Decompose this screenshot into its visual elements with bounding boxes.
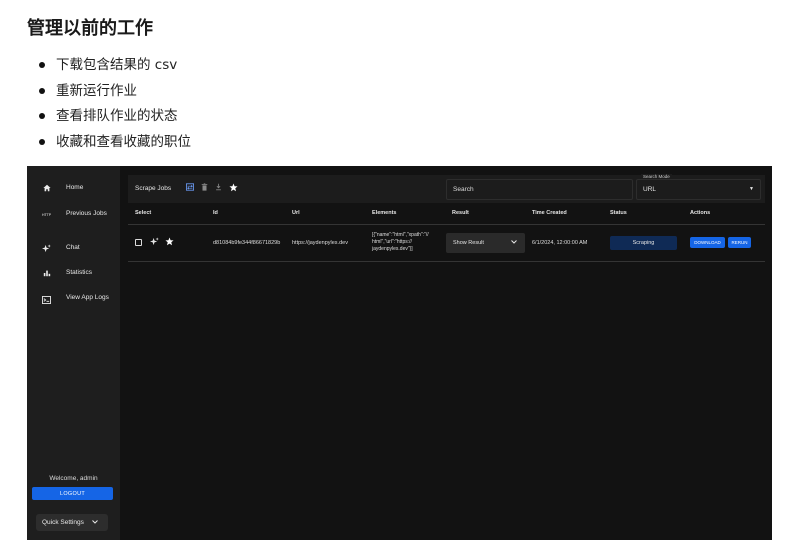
row-time-created: 6/1/2024, 12:00:00 AM <box>532 240 588 246</box>
sidebar-item-label: Home <box>66 184 84 191</box>
feature-list: 下载包含结果的 csv 重新运行作业 查看排队作业的状态 收藏和查看收藏的职位 <box>38 55 191 157</box>
search-mode-select[interactable]: Search Mode URL ▼ <box>636 174 761 200</box>
row-elements: [{"name":"html","xpath":"// html","url":… <box>372 232 442 253</box>
list-item: 下载包含结果的 csv <box>38 55 191 81</box>
trash-icon[interactable] <box>201 183 208 194</box>
bar-chart-icon <box>27 268 66 277</box>
list-item: 收藏和查看收藏的职位 <box>38 132 191 158</box>
header-divider <box>128 224 765 225</box>
compare-icon[interactable] <box>186 183 194 194</box>
row-checkbox[interactable] <box>135 239 142 246</box>
terminal-icon <box>27 293 66 304</box>
chevron-down-icon <box>92 519 98 526</box>
http-icon: HTTP <box>27 209 66 217</box>
column-header-time-created: Time Created <box>532 210 567 216</box>
column-header-url: Url <box>292 210 300 216</box>
sidebar-item-label: Previous Jobs <box>66 210 107 217</box>
row-divider <box>128 261 765 262</box>
quick-settings-button[interactable]: Quick Settings <box>36 514 108 531</box>
download-button[interactable]: DOWNLOAD <box>690 237 725 248</box>
row-id: d81084b9fe344f86671829b <box>213 240 281 246</box>
download-icon[interactable] <box>215 183 222 194</box>
sidebar-item-view-app-logs[interactable]: View App Logs <box>27 293 120 304</box>
welcome-text: Welcome, admin <box>49 475 98 482</box>
chevron-down-icon <box>511 233 517 253</box>
star-icon[interactable] <box>229 183 238 195</box>
column-header-select: Select <box>135 210 152 216</box>
doc-title: 管理以前的工作 <box>27 18 153 39</box>
search-mode-label: Search Mode <box>641 174 672 179</box>
column-header-result: Result <box>452 210 469 216</box>
search-mode-value: URL <box>643 186 657 193</box>
sparkle-icon <box>27 243 66 253</box>
toolbar: Scrape Jobs Search Search Mode URL ▼ <box>128 174 765 203</box>
sidebar-item-label: Chat <box>66 244 80 251</box>
column-header-status: Status <box>610 210 627 216</box>
search-input[interactable]: Search <box>446 179 633 200</box>
sparkle-icon[interactable] <box>150 237 159 249</box>
elements-line: jaydenpyles.dev"}] <box>372 246 413 252</box>
sidebar-item-label: View App Logs <box>66 294 109 301</box>
elements-line: [{"name":"html","xpath":"// <box>372 232 429 238</box>
sidebar-item-chat[interactable]: Chat <box>27 243 120 253</box>
column-header-id: Id <box>213 210 218 216</box>
sidebar-item-previous-jobs[interactable]: HTTP Previous Jobs <box>27 209 120 218</box>
logout-button[interactable]: LOGOUT <box>32 487 113 500</box>
sidebar: Home HTTP Previous Jobs Chat Statistics … <box>27 166 120 540</box>
main-content: Scrape Jobs Search Search Mode URL ▼ Sel… <box>120 166 772 540</box>
column-header-elements: Elements <box>372 210 397 216</box>
sidebar-item-statistics[interactable]: Statistics <box>27 268 120 277</box>
caret-down-icon: ▼ <box>749 186 754 192</box>
column-header-actions: Actions <box>690 210 711 216</box>
show-result-label: Show Result <box>453 240 484 246</box>
home-icon <box>27 183 66 192</box>
sidebar-item-home[interactable]: Home <box>27 183 120 192</box>
svg-text:HTTP: HTTP <box>42 213 52 217</box>
row-url: https://jaydenpyles.dev <box>292 240 348 246</box>
list-item: 查看排队作业的状态 <box>38 106 191 132</box>
status-badge: Scraping <box>610 236 677 250</box>
rerun-button[interactable]: RERUN <box>728 237 751 248</box>
app-screenshot: Home HTTP Previous Jobs Chat Statistics … <box>27 166 772 540</box>
show-result-select[interactable]: Show Result <box>446 233 525 253</box>
list-item: 重新运行作业 <box>38 81 191 107</box>
sidebar-item-label: Statistics <box>66 269 93 276</box>
toolbar-title: Scrape Jobs <box>135 185 172 192</box>
star-icon[interactable] <box>165 237 174 249</box>
quick-settings-label: Quick Settings <box>42 519 84 526</box>
elements-line: html","url":"https:// <box>372 239 412 245</box>
